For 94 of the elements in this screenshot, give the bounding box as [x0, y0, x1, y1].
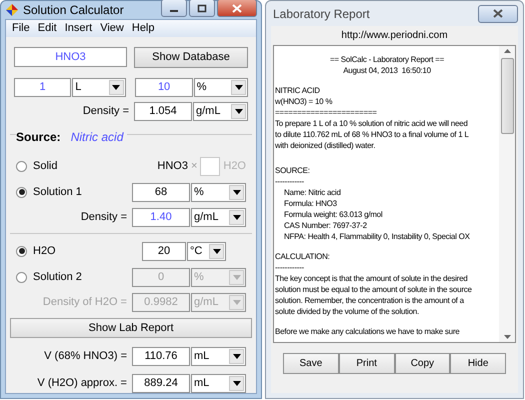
scrollbar[interactable]	[499, 46, 515, 342]
report-line: NFPA: Health 4, Flammability 0, Instability 0, Special OX	[284, 231, 471, 242]
close-button[interactable]	[217, 0, 257, 17]
radio-button[interactable]	[16, 186, 27, 198]
density-label: Density =	[80, 210, 127, 226]
window-title: Solution Calculator	[23, 2, 125, 19]
report-line: solute divided by the volume of the solution.	[275, 306, 420, 317]
result-label: V (H2O) approx. =	[37, 376, 127, 392]
density-label: Density of H2O =	[42, 295, 127, 310]
app-icon	[5, 3, 19, 17]
caret-icon	[209, 244, 224, 258]
report-line: ------------	[275, 176, 305, 187]
input-field[interactable]: 1.054	[134, 102, 192, 121]
menu-item[interactable]: Insert	[62, 20, 96, 37]
formula-label: HNO3	[157, 158, 188, 174]
result-field[interactable]: 889.24	[132, 374, 190, 393]
report-line: August 04, 2013 16:50:10	[343, 65, 431, 76]
caret-icon	[229, 376, 244, 391]
water-label: H2O	[223, 158, 246, 174]
maximize-button[interactable]	[189, 0, 215, 17]
unit-dropdown[interactable]: g/mL	[193, 102, 248, 121]
input-field[interactable]: 1	[14, 78, 72, 97]
close-button[interactable]	[478, 4, 518, 22]
close-icon	[232, 4, 242, 12]
scroll-up-icon[interactable]	[504, 49, 510, 53]
source-label: Source:	[16, 129, 61, 146]
report-line: Before we make any calculations we have to make sure	[275, 326, 460, 337]
report-line: Name: Nitric acid	[284, 187, 342, 198]
minimize-button[interactable]	[161, 0, 187, 17]
menu-item[interactable]: File	[9, 20, 33, 37]
unit-dropdown[interactable]: mL	[191, 347, 246, 366]
menu-item[interactable]: Help	[128, 20, 158, 37]
radio-label: Solid	[33, 158, 58, 174]
scrollbar-thumb[interactable]	[500, 58, 514, 134]
report-line: CALCULATION:	[275, 251, 331, 262]
report-line: solution. Remember, the concentration is the amount of a	[275, 295, 465, 306]
report-button[interactable]: Save	[283, 353, 339, 374]
report-line: Formula weight: 63.013 g/mol	[284, 209, 384, 220]
result-field[interactable]: 110.76	[132, 347, 190, 366]
report-line: solution must be equal to the amount of solute in the source	[275, 284, 473, 295]
caret-icon	[231, 80, 246, 95]
report-line: ------------	[275, 262, 305, 273]
window-title: Laboratory Report	[273, 6, 371, 22]
report-line: =======================	[275, 107, 378, 118]
report-line: with deionized (distilled) water.	[275, 140, 376, 151]
source-name: Nitric acid	[70, 129, 124, 146]
unit-dropdown[interactable]: °C	[187, 242, 226, 260]
input-field[interactable]: 1.40	[132, 208, 190, 227]
minimize-icon	[170, 10, 178, 12]
times-sign: ×	[190, 158, 198, 174]
radio-label: H2O	[33, 244, 57, 259]
unit-dropdown[interactable]: mL	[191, 374, 246, 393]
report-line: w(HNO3) = 10 %	[275, 96, 334, 107]
report-line: To prepare 1 L of a 10 % solution of nitric acid we will need	[275, 118, 469, 129]
menu-item[interactable]: View	[97, 20, 127, 37]
caret-icon	[229, 295, 244, 310]
caret-icon	[231, 104, 246, 119]
radio-label: Solution 2	[33, 270, 83, 285]
caret-icon	[229, 210, 244, 225]
radio-button[interactable]	[16, 246, 27, 256]
radio-button[interactable]	[16, 160, 27, 172]
report-button[interactable]: Print	[338, 353, 394, 374]
report-line: SOURCE:	[275, 165, 311, 176]
close-icon	[493, 9, 503, 18]
hydrate-field[interactable]	[200, 156, 220, 176]
report-line: to dilute 110.762 mL of 68 % HNO3 to a final volume of 1 L	[275, 129, 470, 140]
caret-icon	[108, 80, 124, 95]
scroll-down-icon[interactable]	[504, 335, 510, 339]
report-line: == SolCalc - Laboratory Report ==	[330, 54, 444, 65]
input-field[interactable]: 20	[142, 242, 186, 260]
input-field[interactable]: 68	[132, 182, 190, 202]
show-lab-report-button[interactable]: Show Lab Report	[10, 318, 252, 338]
input-field[interactable]: 10	[135, 78, 193, 97]
caret-icon	[229, 270, 244, 284]
unit-dropdown[interactable]: g/mL	[191, 208, 246, 227]
compound-field[interactable]: HNO3	[14, 47, 127, 67]
density-label: Density =	[82, 104, 129, 120]
report-line: The key concept is that the amount of solute in the desired	[275, 273, 468, 284]
unit-dropdown[interactable]: %	[191, 182, 246, 202]
show-database-button[interactable]: Show Database	[134, 47, 248, 68]
caret-icon	[229, 349, 244, 364]
url-text: http://www.periodni.com	[340, 29, 449, 43]
result-label: V (68% HNO3) =	[44, 349, 127, 364]
menu-item[interactable]: Edit	[34, 20, 60, 37]
maximize-icon	[197, 4, 207, 12]
report-line: NITRIC ACID	[275, 85, 321, 96]
report-line: Formula: HNO3	[284, 198, 338, 209]
report-button[interactable]: Hide	[450, 353, 506, 374]
report-line: CAS Number: 7697-37-2	[284, 220, 368, 231]
radio-label: Solution 1	[33, 184, 83, 200]
unit-dropdown[interactable]: %	[194, 78, 248, 97]
caret-icon	[229, 184, 244, 200]
unit-dropdown[interactable]: L	[72, 78, 126, 97]
report-button[interactable]: Copy	[394, 353, 450, 374]
